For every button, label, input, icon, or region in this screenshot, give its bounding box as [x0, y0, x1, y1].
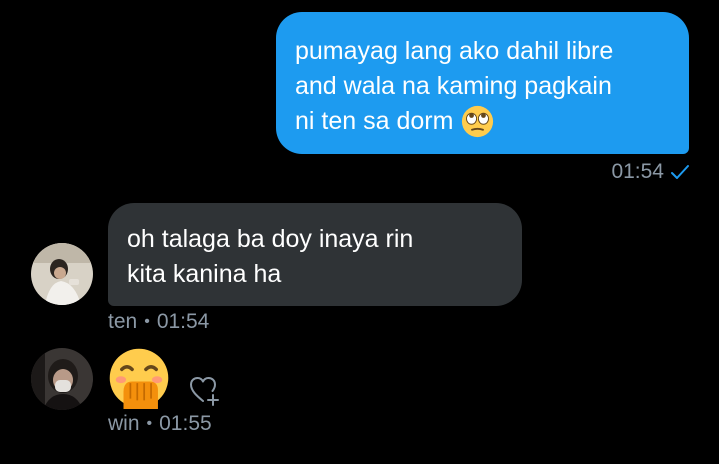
- heart-add-icon[interactable]: [188, 373, 222, 407]
- checkmark-icon: [671, 165, 689, 179]
- meta-separator: •: [146, 415, 153, 432]
- message-text-line: kita kanina ha: [127, 260, 282, 288]
- hand-over-mouth-emoji: [109, 348, 169, 409]
- meta-separator: •: [144, 313, 150, 330]
- outgoing-message-bubble[interactable]: pumayag lang ako dahil libre and wala na…: [276, 12, 689, 154]
- incoming-message-bubble[interactable]: oh talaga ba doy inaya rin kita kanina h…: [108, 203, 522, 306]
- message-text-line: oh talaga ba doy inaya rin: [127, 225, 414, 253]
- avatar-ten[interactable]: [31, 243, 93, 305]
- incoming-message-meta: ten • 01:54: [108, 310, 209, 334]
- rolling-eyes-emoji: [462, 105, 494, 138]
- message-time: 01:54: [611, 160, 664, 183]
- message-time: 01:54: [156, 310, 210, 333]
- message-text-line: pumayag lang ako dahil libre: [295, 37, 614, 65]
- sender-name: win: [108, 412, 140, 435]
- message-time: 01:55: [159, 412, 212, 435]
- outgoing-message-meta: 01:54: [611, 160, 690, 184]
- message-text-line: and wala na kaming pagkain: [295, 72, 612, 100]
- message-text-line: ni ten sa dorm: [295, 107, 454, 135]
- avatar-win[interactable]: [31, 348, 93, 410]
- sender-name: ten: [108, 310, 138, 333]
- incoming-message-meta: win • 01:55: [108, 412, 212, 436]
